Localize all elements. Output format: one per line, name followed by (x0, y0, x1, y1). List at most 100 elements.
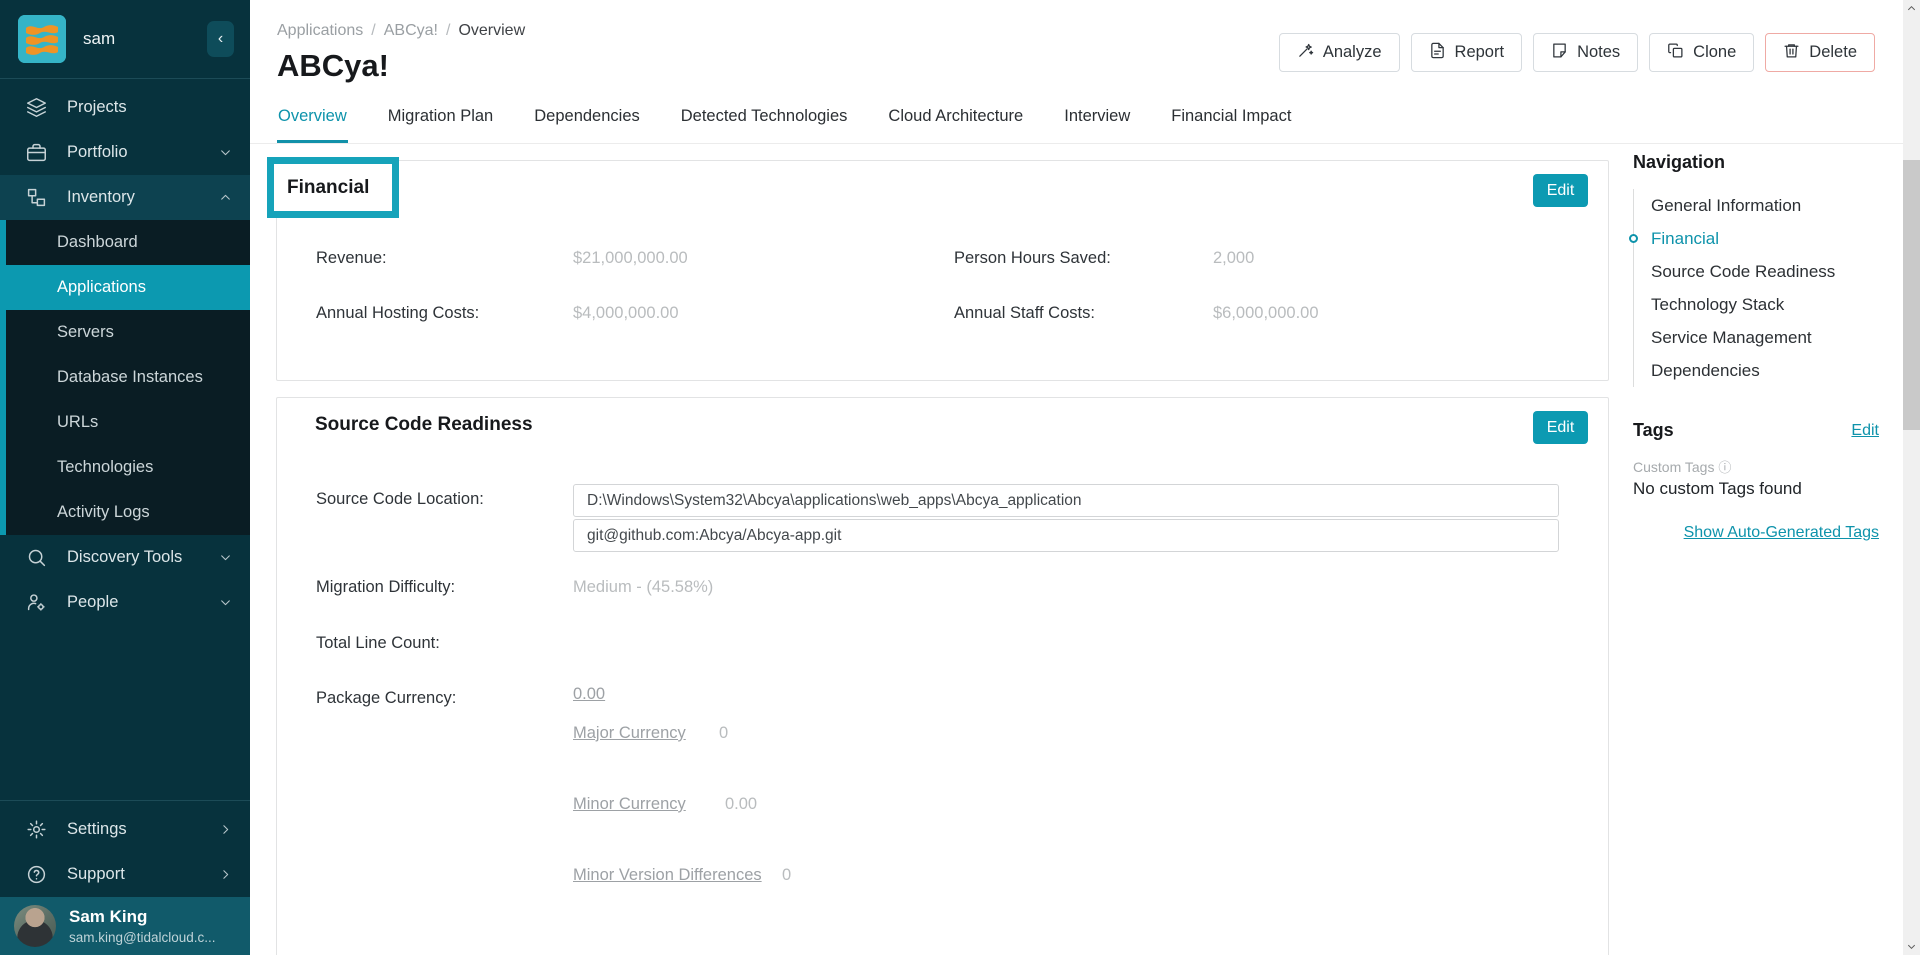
button-label: Report (1455, 43, 1505, 62)
main-content: Applications/ABCya!/Overview ABCya! Anal… (250, 0, 1903, 955)
financial-edit-button[interactable]: Edit (1533, 174, 1588, 207)
sidebar-divider (0, 78, 250, 79)
wand-icon (1297, 42, 1314, 64)
minor-version-differences-value: 0 (782, 866, 791, 885)
chevron-down-icon (219, 146, 232, 159)
no-custom-tags-message: No custom Tags found (1633, 479, 1802, 499)
navigation-panel-title: Navigation (1633, 152, 1725, 173)
workspace-name: sam (83, 29, 115, 49)
sidebar-item-label: Settings (67, 820, 127, 839)
button-label: Delete (1809, 43, 1857, 62)
revenue-label: Revenue: (316, 249, 387, 268)
tab-cloud-architecture[interactable]: Cloud Architecture (887, 101, 1024, 143)
section-title-financial: Financial (287, 177, 369, 199)
help-icon (25, 864, 47, 886)
sidebar-collapse-button[interactable]: ‹ (207, 21, 234, 57)
action-buttons: Analyze Report Notes Clone Delete (1279, 33, 1875, 72)
sidebar-item-inventory[interactable]: Inventory (0, 175, 250, 220)
tab-dependencies[interactable]: Dependencies (533, 101, 641, 143)
sidebar-item-label: Projects (67, 98, 127, 117)
tab-detected-technologies[interactable]: Detected Technologies (680, 101, 849, 143)
major-currency-link[interactable]: Major Currency (573, 724, 686, 743)
report-icon (1429, 42, 1446, 64)
minor-currency-link[interactable]: Minor Currency (573, 795, 686, 814)
nav-item-financial[interactable]: Financial (1634, 222, 1879, 255)
major-currency-value: 0 (719, 724, 728, 743)
workspace-header: sam ‹ (0, 0, 250, 76)
source-code-edit-button[interactable]: Edit (1533, 411, 1588, 444)
gear-icon (25, 819, 47, 841)
breadcrumb: Applications/ABCya!/Overview (277, 22, 525, 40)
tab-interview[interactable]: Interview (1063, 101, 1131, 143)
delete-button[interactable]: Delete (1765, 33, 1875, 72)
chevron-down-icon (219, 551, 232, 564)
sidebar-item-dashboard[interactable]: Dashboard (6, 220, 250, 265)
revenue-value: $21,000,000.00 (573, 249, 688, 268)
minor-version-differences-link[interactable]: Minor Version Differences (573, 866, 762, 885)
sidebar-item-settings[interactable]: Settings (0, 807, 250, 852)
sidebar-item-portfolio[interactable]: Portfolio (0, 130, 250, 175)
person-hours-saved-value: 2,000 (1213, 249, 1254, 268)
submenu-label: Activity Logs (57, 503, 150, 522)
annual-staff-costs-label: Annual Staff Costs: (954, 304, 1095, 323)
active-nav-dot-icon (1629, 234, 1638, 243)
person-gear-icon (25, 592, 47, 614)
tab-overview[interactable]: Overview (277, 101, 348, 143)
nav-item-service-management[interactable]: Service Management (1634, 321, 1879, 354)
trash-icon (1783, 42, 1800, 64)
submenu-label: Servers (57, 323, 114, 342)
briefcase-icon (25, 142, 47, 164)
sidebar-item-applications[interactable]: Applications (6, 265, 250, 310)
nav-item-technology-stack[interactable]: Technology Stack (1634, 288, 1879, 321)
breadcrumb-abcya[interactable]: ABCya! (384, 22, 438, 39)
user-profile[interactable]: Sam King sam.king@tidalcloud.c... (0, 897, 250, 955)
navigation-list: General Information Financial Source Cod… (1633, 189, 1879, 387)
tags-edit-link[interactable]: Edit (1851, 422, 1879, 440)
nav-item-dependencies[interactable]: Dependencies (1634, 354, 1879, 387)
layers-icon (25, 97, 47, 119)
sidebar-item-projects[interactable]: Projects (0, 85, 250, 130)
breadcrumb-overview: Overview (458, 22, 525, 39)
user-name: Sam King (69, 907, 216, 927)
sidebar-item-label: Portfolio (67, 143, 128, 162)
sidebar-item-people[interactable]: People (0, 580, 250, 625)
page-title: ABCya! (277, 48, 389, 84)
analyze-button[interactable]: Analyze (1279, 33, 1400, 72)
vertical-scrollbar[interactable] (1903, 0, 1920, 955)
nav-item-general-information[interactable]: General Information (1634, 189, 1879, 222)
annual-hosting-costs-value: $4,000,000.00 (573, 304, 679, 323)
tab-financial-impact[interactable]: Financial Impact (1170, 101, 1292, 143)
sidebar-item-activity-logs[interactable]: Activity Logs (6, 490, 250, 535)
sidebar-item-database-instances[interactable]: Database Instances (6, 355, 250, 400)
button-label: Clone (1693, 43, 1736, 62)
notes-button[interactable]: Notes (1533, 33, 1638, 72)
scrollbar-thumb[interactable] (1903, 160, 1920, 430)
user-email: sam.king@tidalcloud.c... (69, 930, 216, 945)
sidebar-item-discovery-tools[interactable]: Discovery Tools (0, 535, 250, 580)
chevron-up-icon (219, 191, 232, 204)
sidebar-item-urls[interactable]: URLs (6, 400, 250, 445)
scroll-down-icon[interactable] (1903, 938, 1920, 955)
sidebar-item-support[interactable]: Support (0, 852, 250, 897)
chevron-down-icon (219, 596, 232, 609)
source-code-readiness-section: Source Code Readiness Edit Source Code L… (276, 397, 1609, 955)
total-line-count-label: Total Line Count: (316, 634, 440, 653)
nav-item-source-code-readiness[interactable]: Source Code Readiness (1634, 255, 1879, 288)
sidebar-item-technologies[interactable]: Technologies (6, 445, 250, 490)
scroll-up-icon[interactable] (1903, 0, 1920, 17)
chevron-right-icon (219, 868, 232, 881)
package-currency-value-link[interactable]: 0.00 (573, 685, 605, 704)
breadcrumb-applications[interactable]: Applications (277, 22, 363, 39)
show-auto-generated-tags-link[interactable]: Show Auto-Generated Tags (1684, 524, 1879, 542)
tab-migration-plan[interactable]: Migration Plan (387, 101, 494, 143)
report-button[interactable]: Report (1411, 33, 1523, 72)
sidebar-item-servers[interactable]: Servers (6, 310, 250, 355)
info-icon: ⓘ (1718, 460, 1731, 475)
sidebar-spacer (0, 625, 250, 798)
source-code-location-input-1[interactable] (573, 484, 1559, 517)
migration-difficulty-label: Migration Difficulty: (316, 578, 455, 597)
annual-staff-costs-value: $6,000,000.00 (1213, 304, 1319, 323)
source-code-location-input-2[interactable] (573, 519, 1559, 552)
sidebar-divider (0, 800, 250, 801)
clone-button[interactable]: Clone (1649, 33, 1754, 72)
